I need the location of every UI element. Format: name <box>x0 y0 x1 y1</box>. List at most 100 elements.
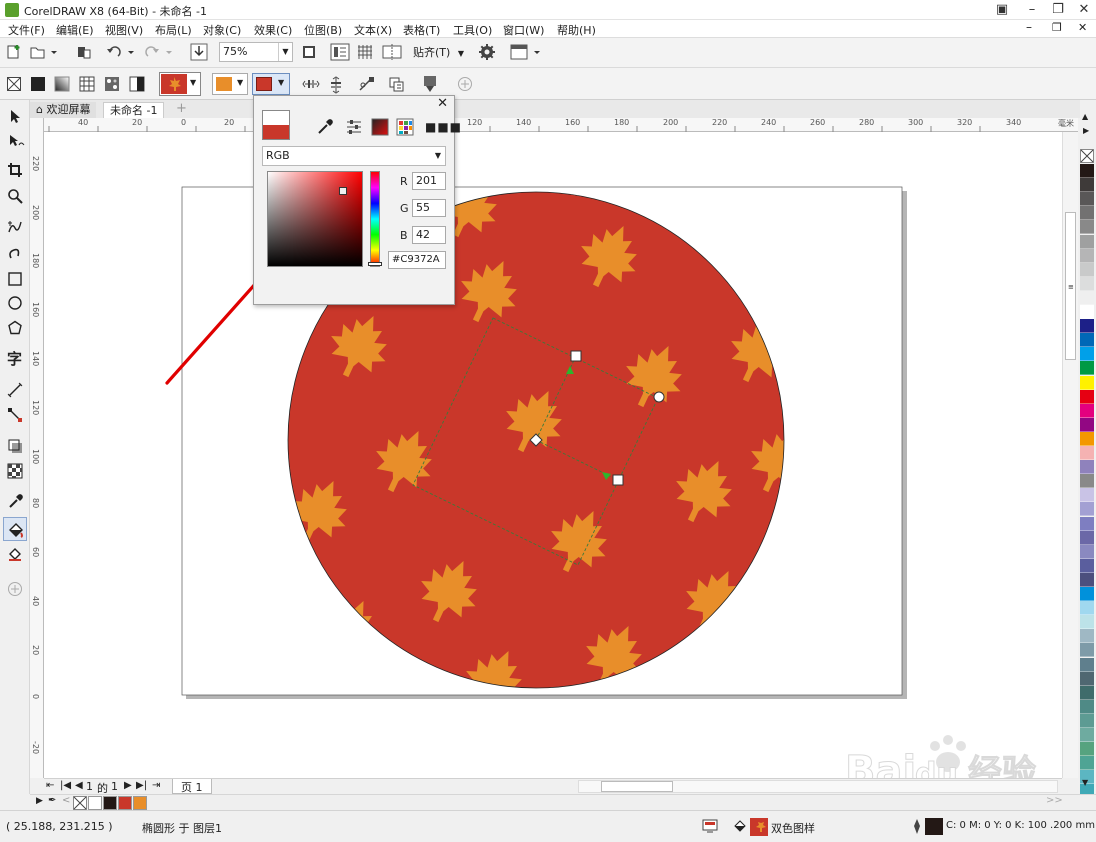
palette-scroll-up-icon[interactable]: ▲ <box>1082 112 1088 121</box>
fill-status-icon[interactable] <box>732 818 748 834</box>
mirror-tiles-vertical-icon[interactable] <box>328 76 344 94</box>
current-page-number[interactable]: 1 <box>86 780 93 793</box>
outline-pen-icon[interactable] <box>912 818 922 836</box>
menu-bitmaps[interactable]: 位图(B) <box>304 22 342 38</box>
palette-swatch[interactable] <box>1080 587 1094 601</box>
menu-restore-icon[interactable]: ❐ <box>1052 21 1062 34</box>
palette-swatch[interactable] <box>1080 290 1094 305</box>
doc-palette-swatch[interactable] <box>88 796 102 810</box>
show-guidelines-icon[interactable] <box>382 43 402 61</box>
palette-swatch[interactable] <box>1080 276 1094 291</box>
ellipse-tool-icon[interactable] <box>7 295 23 311</box>
red-channel-input[interactable]: 201 <box>412 172 446 190</box>
doc-palette-scroll-right-icon[interactable]: >> <box>1046 795 1063 806</box>
add-icon[interactable] <box>457 76 473 92</box>
connector-tool-icon[interactable] <box>7 407 23 423</box>
palette-swatch[interactable] <box>1080 389 1094 404</box>
minimize-button[interactable]: – <box>1020 1 1044 19</box>
copy-fill-icon[interactable] <box>388 76 406 92</box>
fountain-fill-icon[interactable] <box>54 76 70 92</box>
color-sliders-icon[interactable] <box>345 118 363 136</box>
pick-tool-icon[interactable] <box>7 108 23 124</box>
palette-scroll-down-icon[interactable]: ▼ <box>1082 778 1088 787</box>
color-eyedropper-tool-icon[interactable] <box>7 494 23 510</box>
page-tab-1[interactable]: 页 1 <box>172 779 212 794</box>
new-document-icon[interactable] <box>6 44 22 60</box>
account-icon[interactable]: ▣ <box>990 1 1014 19</box>
color-saturation-field[interactable] <box>267 171 363 267</box>
edit-fill-icon[interactable] <box>420 74 440 94</box>
hex-color-input[interactable]: #C9372A <box>388 251 446 269</box>
undo-icon[interactable] <box>106 44 136 60</box>
text-tool-icon[interactable]: 字 <box>7 348 22 369</box>
pattern-width-handle[interactable] <box>570 350 582 362</box>
palette-swatch[interactable] <box>1080 206 1094 221</box>
interactive-fill-tool-button[interactable] <box>3 517 27 541</box>
palette-swatch[interactable] <box>1080 530 1094 545</box>
doc-palette-menu-icon[interactable]: ▶ <box>36 796 43 806</box>
freehand-tool-icon[interactable] <box>7 218 25 234</box>
polygon-tool-icon[interactable] <box>7 320 23 336</box>
restore-button[interactable]: ❐ <box>1046 1 1070 19</box>
blue-channel-input[interactable]: 42 <box>412 226 446 244</box>
drop-shadow-tool-icon[interactable] <box>7 438 23 454</box>
horizontal-ruler[interactable]: 40 20 0 20 40 60 80 100 120 140 160 180 … <box>44 118 1080 132</box>
uniform-fill-icon[interactable] <box>30 76 46 92</box>
color-palettes-icon[interactable] <box>396 118 414 136</box>
doc-palette-swatch[interactable] <box>133 796 147 810</box>
open-document-icon[interactable] <box>30 44 58 60</box>
foreground-color-button[interactable]: ▼ <box>212 73 248 95</box>
redo-icon[interactable] <box>144 44 174 60</box>
menu-view[interactable]: 视图(V) <box>105 22 143 38</box>
palette-swatch[interactable] <box>1080 671 1094 686</box>
menu-close-icon[interactable]: ✕ <box>1078 21 1087 34</box>
palette-menu-icon[interactable]: ▶ <box>1083 126 1089 135</box>
zoom-tool-icon[interactable] <box>7 188 23 204</box>
bitmap-pattern-fill-icon[interactable] <box>104 76 120 92</box>
color-viewer-icon[interactable] <box>371 118 389 136</box>
next-page-icon[interactable]: ▶ <box>124 780 132 791</box>
palette-swatch[interactable] <box>1080 544 1094 559</box>
palette-swatch[interactable] <box>1080 375 1094 390</box>
palette-swatch[interactable] <box>1080 643 1094 658</box>
palette-swatch[interactable] <box>1080 431 1094 446</box>
prev-page-start-icon[interactable]: |◀ <box>60 780 71 791</box>
snap-to-button[interactable]: 贴齐(T) ▼ <box>412 42 466 64</box>
horizontal-scrollbar[interactable] <box>578 780 1058 793</box>
import-icon[interactable] <box>190 43 208 61</box>
vertical-scroll-thumb[interactable]: ≡ <box>1065 212 1076 360</box>
palette-swatch[interactable] <box>1080 629 1094 644</box>
palette-swatch[interactable] <box>1080 403 1094 418</box>
transform-with-object-icon[interactable] <box>358 76 376 92</box>
menu-help[interactable]: 帮助(H) <box>557 22 596 38</box>
new-tab-plus-icon[interactable]: + <box>170 102 193 118</box>
green-channel-input[interactable]: 55 <box>412 199 446 217</box>
palette-swatch[interactable] <box>1080 361 1094 376</box>
tab-untitled-document[interactable]: 未命名 -1 <box>103 102 165 118</box>
artistic-media-tool-icon[interactable] <box>7 244 23 262</box>
tab-welcome-screen[interactable]: ⌂ 欢迎屏幕 <box>30 102 97 118</box>
full-screen-icon[interactable] <box>330 43 350 61</box>
palette-swatch[interactable] <box>1080 417 1094 432</box>
vertical-scrollbar[interactable]: ≡ <box>1062 132 1078 778</box>
palette-swatch[interactable] <box>1080 319 1094 334</box>
palette-swatch[interactable] <box>1080 488 1094 503</box>
color-picker-marker[interactable] <box>339 187 347 195</box>
doc-palette-swatch[interactable] <box>103 796 117 810</box>
smart-fill-tool-icon[interactable] <box>7 546 23 562</box>
show-grid-icon[interactable] <box>356 43 374 61</box>
palette-swatch[interactable] <box>1080 220 1094 235</box>
palette-swatch[interactable] <box>1080 699 1094 714</box>
no-color-swatch-icon[interactable] <box>1080 149 1094 163</box>
menu-layout[interactable]: 布局(L) <box>155 22 192 38</box>
menu-tools[interactable]: 工具(O) <box>453 22 492 38</box>
pattern-rotate-handle[interactable] <box>653 391 665 403</box>
color-proofing-icon[interactable] <box>702 819 718 833</box>
rectangle-tool-icon[interactable] <box>7 271 23 287</box>
horizontal-scroll-thumb[interactable] <box>601 781 673 792</box>
vertical-ruler[interactable]: 220 200 180 160 140 120 100 80 60 40 20 … <box>30 118 44 778</box>
palette-swatch[interactable] <box>1080 558 1094 573</box>
menu-file[interactable]: 文件(F) <box>8 22 45 38</box>
parallel-dimension-tool-icon[interactable] <box>7 382 23 398</box>
add-page-icon[interactable]: ⇥ <box>152 780 160 791</box>
